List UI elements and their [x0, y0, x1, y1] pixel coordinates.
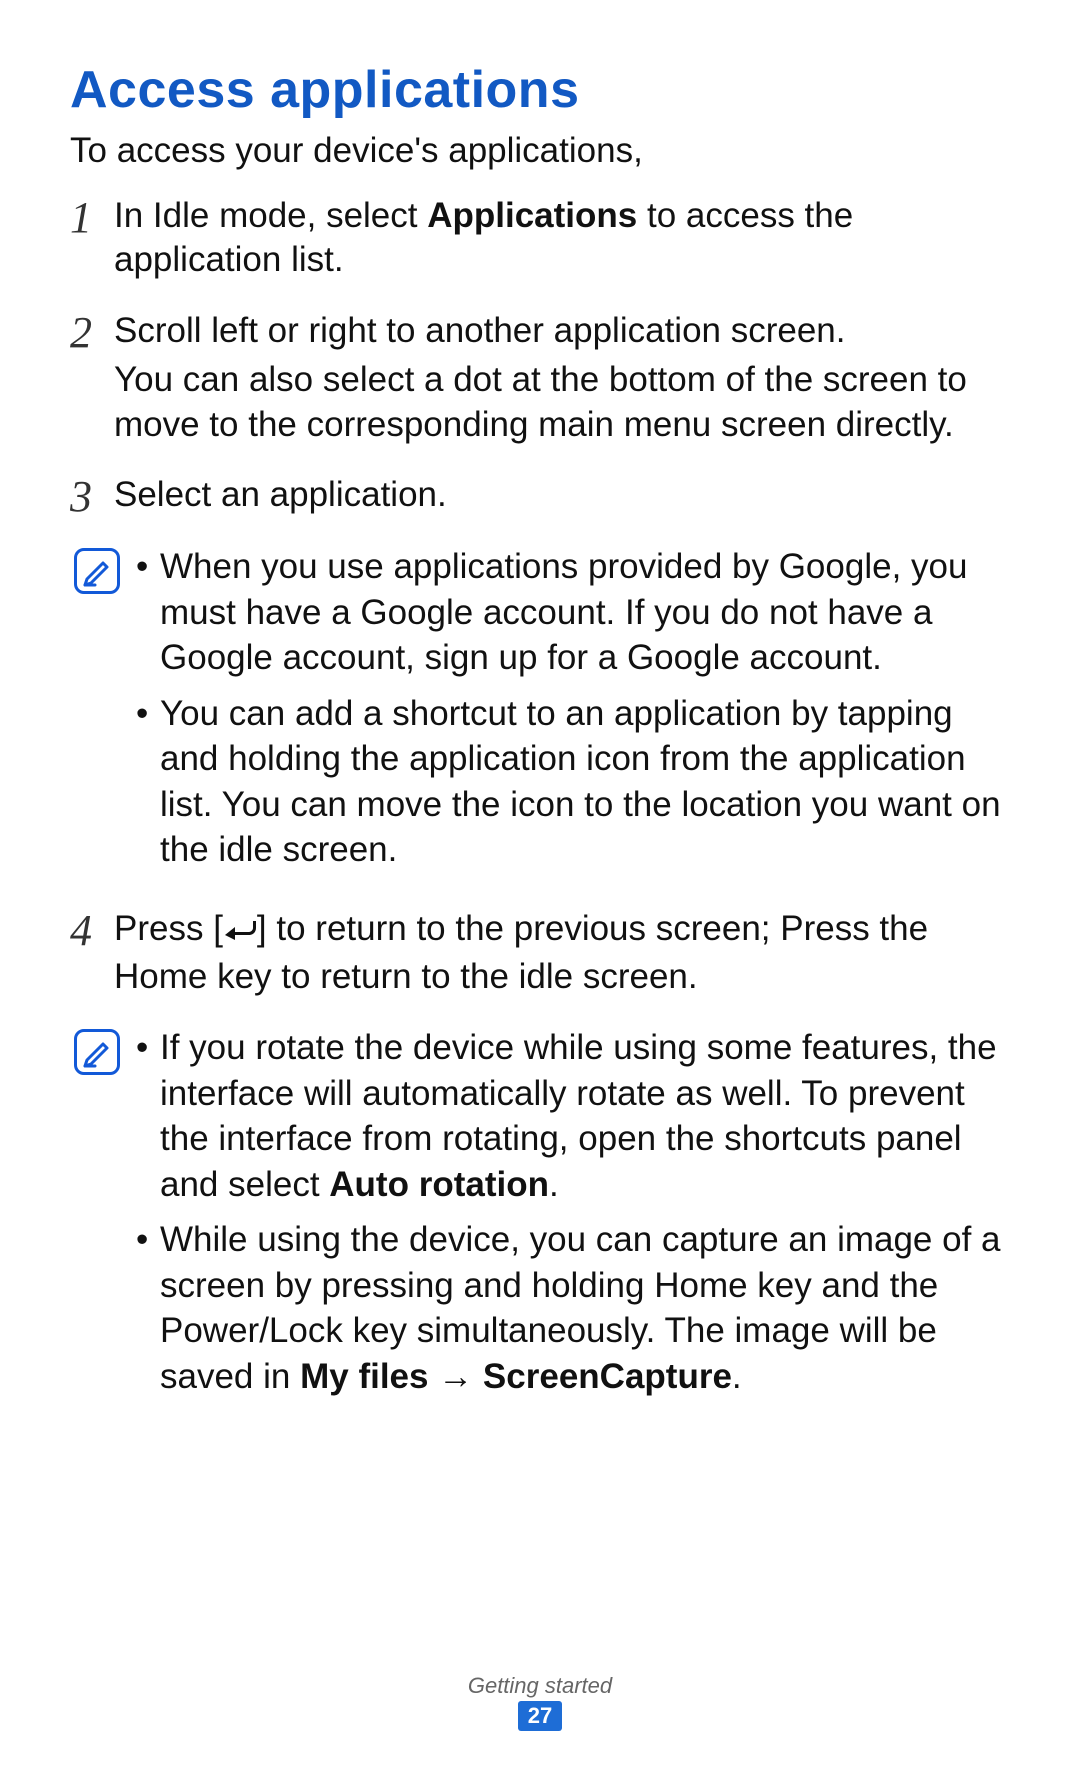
step-1: 1 In Idle mode, select Applications to a… — [70, 194, 1010, 288]
note-icon-col — [70, 1025, 134, 1409]
back-arrow-icon — [223, 910, 257, 955]
note-bullet: When you use applications provided by Go… — [134, 544, 1010, 681]
note-text: . — [549, 1165, 559, 1204]
note-text: . — [732, 1357, 742, 1396]
intro-text: To access your device's applications, — [70, 128, 1010, 174]
step-text: Scroll left or right to another applicat… — [114, 309, 1010, 354]
step-text: You can also select a dot at the bottom … — [114, 358, 1010, 448]
page-footer: Getting started 27 — [0, 1673, 1080, 1731]
note-bullet: If you rotate the device while using som… — [134, 1025, 1010, 1207]
note-body: If you rotate the device while using som… — [134, 1025, 1010, 1409]
steps-list: 1 In Idle mode, select Applications to a… — [70, 194, 1010, 523]
step-number: 3 — [70, 473, 114, 522]
note-icon-col — [70, 544, 134, 883]
step-text: Press [ — [114, 909, 223, 948]
footer-section-label: Getting started — [0, 1673, 1080, 1699]
step-text: Select an application. — [114, 473, 1010, 518]
page-number: 27 — [518, 1701, 562, 1731]
step-number: 2 — [70, 309, 114, 451]
step-body: Select an application. — [114, 473, 1010, 522]
step-4: 4 Press [] to return to the previous scr… — [70, 907, 1010, 1004]
note-bullet: You can add a shortcut to an application… — [134, 691, 1010, 873]
step-body: Scroll left or right to another applicat… — [114, 309, 1010, 451]
note-block: When you use applications provided by Go… — [70, 544, 1010, 883]
step-text: In Idle mode, select — [114, 196, 427, 235]
note-pencil-icon — [74, 548, 120, 594]
step-body: In Idle mode, select Applications to acc… — [114, 194, 1010, 288]
bold-term: Auto rotation — [329, 1165, 549, 1204]
step-number: 4 — [70, 907, 114, 1004]
note-body: When you use applications provided by Go… — [134, 544, 1010, 883]
step-number: 1 — [70, 194, 114, 288]
bold-term: Applications — [427, 196, 637, 235]
note-bullet: While using the device, you can capture … — [134, 1217, 1010, 1399]
note-text: If you rotate the device while using som… — [160, 1028, 997, 1204]
section-heading: Access applications — [70, 60, 1010, 120]
steps-list-cont: 4 Press [] to return to the previous scr… — [70, 907, 1010, 1004]
step-2: 2 Scroll left or right to another applic… — [70, 309, 1010, 451]
step-3: 3 Select an application. — [70, 473, 1010, 522]
step-body: Press [] to return to the previous scree… — [114, 907, 1010, 1004]
note-block: If you rotate the device while using som… — [70, 1025, 1010, 1409]
bold-term: My files → ScreenCapture — [300, 1357, 732, 1396]
note-pencil-icon — [74, 1029, 120, 1075]
manual-page: Access applications To access your devic… — [0, 0, 1080, 1771]
